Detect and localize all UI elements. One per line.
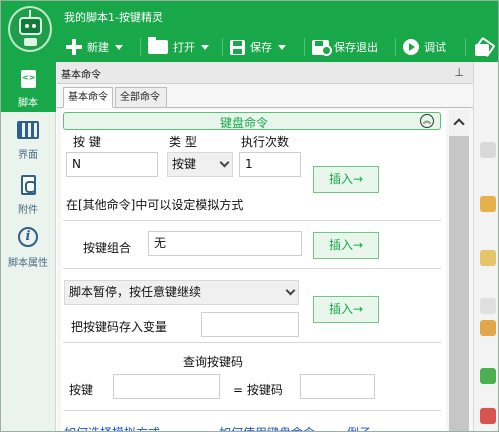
scroll-thumb[interactable] <box>449 136 469 432</box>
count-label: 执行次数 <box>241 135 290 149</box>
sidebar-item-label: 脚本 <box>18 98 38 109</box>
type-label: 类 型 <box>169 135 197 149</box>
tool-icon[interactable] <box>480 298 496 314</box>
tool-icon[interactable] <box>480 368 496 384</box>
chevron-down-icon <box>219 157 230 168</box>
simulation-hint: 在[其他命令]中可以设定模拟方式 <box>66 198 244 212</box>
combo-label: 按键组合 <box>83 241 132 255</box>
panel-title: 基本命令 <box>61 70 101 81</box>
debug-label: 调试 <box>424 41 446 54</box>
sidebar-item-attachment[interactable]: 附件 <box>0 169 56 219</box>
sidebar-item-label: 界面 <box>18 150 38 161</box>
link-example[interactable]: 例子 <box>347 424 371 432</box>
query-key-label: 按键 <box>69 383 94 397</box>
section-title: 键盘命令 <box>219 116 268 130</box>
debug-button[interactable]: 调试 <box>403 36 446 58</box>
sidebar-item-label: 附件 <box>18 205 38 216</box>
sidebar-item-script[interactable]: 脚本 <box>0 62 56 112</box>
tool-icon[interactable] <box>480 142 496 158</box>
insert-key-button[interactable]: 插入→ <box>313 166 379 193</box>
new-label: 新建 <box>87 41 109 54</box>
pause-select-value: 脚本暂停，按任意键继续 <box>69 285 202 299</box>
query-code-input[interactable] <box>300 374 375 399</box>
hand-icon[interactable] <box>480 196 496 212</box>
save-button[interactable]: 保存 <box>230 36 286 58</box>
keyboard-section-header[interactable]: 键盘命令 ︽ <box>63 112 441 130</box>
tab-all-commands[interactable]: 全部命令 <box>115 87 167 108</box>
save-exit-icon <box>312 39 332 56</box>
tool-icon[interactable] <box>480 250 496 266</box>
right-toolstrip <box>473 62 499 432</box>
tool-icon[interactable] <box>480 408 496 424</box>
save-dropdown-icon[interactable] <box>278 44 286 50</box>
new-button[interactable]: 新建 <box>66 36 123 58</box>
vertical-scrollbar[interactable] <box>449 110 469 432</box>
pause-select[interactable]: 脚本暂停，按任意键继续 <box>64 280 299 305</box>
app-logo-icon <box>8 6 52 52</box>
save-var-label: 把按键码存入变量 <box>71 320 168 334</box>
open-label: 打开 <box>173 41 195 54</box>
sidebar-item-layout[interactable]: 界面 <box>0 114 56 164</box>
save-icon <box>230 39 245 55</box>
keyboard-command-body: 键盘命令 ︽ 按 键 类 型 执行次数 N 按键 1 插入→ 在[其他命令]中可… <box>61 110 446 432</box>
save-exit-label: 保存退出 <box>334 41 378 54</box>
play-icon <box>403 39 419 55</box>
open-button[interactable]: 打开 <box>148 36 209 58</box>
save-exit-button[interactable]: 保存退出 <box>312 36 378 58</box>
new-dropdown-icon[interactable] <box>115 44 123 50</box>
key-label: 按 键 <box>73 135 101 149</box>
link-keyboard-usage[interactable]: 如何使用键盘命令 <box>219 424 315 432</box>
info-icon: i <box>18 227 38 247</box>
clipboard-icon[interactable] <box>480 320 496 336</box>
key-input[interactable]: N <box>66 152 158 177</box>
link-simulation-mode[interactable]: 如何选择模拟方式 <box>64 424 160 432</box>
script-icon <box>21 70 36 88</box>
scroll-up-icon[interactable] <box>453 118 465 130</box>
query-title: 查询按键码 <box>183 355 244 369</box>
plus-icon <box>66 39 82 55</box>
app-window: 我的脚本1-按键精灵 新建 打开 保存 保存退出 调试 <> 脚本 界面 附件 … <box>0 0 499 432</box>
type-select[interactable]: 按键 <box>167 152 233 177</box>
type-select-value: 按键 <box>172 157 197 171</box>
layout-icon <box>17 121 39 139</box>
folder-icon <box>148 37 168 54</box>
collapse-icon[interactable]: ︽ <box>420 114 434 128</box>
count-input[interactable]: 1 <box>239 152 301 177</box>
panel-header: 基本命令 ⊥ <box>57 62 473 84</box>
insert-combo-button[interactable]: 插入→ <box>313 232 379 259</box>
query-code-label: = 按键码 <box>233 383 283 397</box>
sidebar-item-properties[interactable]: i 脚本属性 <box>0 222 56 272</box>
query-key-input[interactable] <box>113 374 220 399</box>
sidebar: 脚本 界面 附件 i 脚本属性 <box>0 62 56 432</box>
command-panel: 基本命令 ⊥ 基本命令 全部命令 键盘命令 ︽ 按 键 类 型 执行次数 N 按… <box>57 62 473 432</box>
attachment-icon <box>21 175 36 195</box>
variable-input[interactable] <box>201 312 299 337</box>
combo-input[interactable]: 无 <box>148 231 302 256</box>
window-title: 我的脚本1-按键精灵 <box>64 11 163 24</box>
sidebar-item-label: 脚本属性 <box>8 258 48 269</box>
open-dropdown-icon[interactable] <box>201 44 209 50</box>
tab-basic-commands[interactable]: 基本命令 <box>63 87 113 108</box>
clipboard-icon[interactable] <box>472 38 494 58</box>
chevron-down-icon <box>285 285 296 296</box>
pin-icon[interactable]: ⊥ <box>454 66 464 79</box>
save-label: 保存 <box>250 41 272 54</box>
insert-pause-button[interactable]: 插入→ <box>313 296 379 323</box>
title-toolbar: 我的脚本1-按键精灵 新建 打开 保存 保存退出 调试 <box>0 0 499 62</box>
